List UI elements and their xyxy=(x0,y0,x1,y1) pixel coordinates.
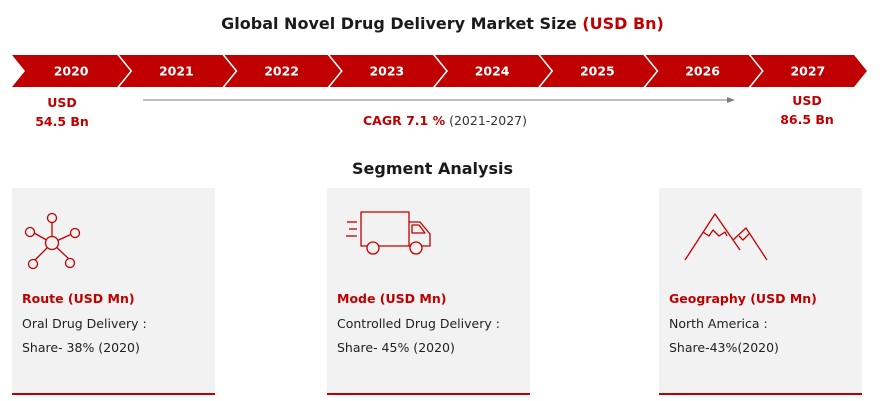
segment-analysis-title: Segment Analysis xyxy=(352,159,513,178)
year-label-2021: 2021 xyxy=(159,64,194,79)
year-label-2024: 2024 xyxy=(475,64,510,79)
end-value-currency: USD xyxy=(792,93,822,108)
mountain-icon xyxy=(684,213,768,261)
segment-card-mode: Mode (USD Mn) Controlled Drug Delivery :… xyxy=(327,188,530,395)
segment-heading: Route (USD Mn) xyxy=(22,291,135,306)
segment-share: Share-43%(2020) xyxy=(669,340,779,355)
year-label-2026: 2026 xyxy=(685,64,720,79)
network-nodes-icon xyxy=(24,212,81,270)
segment-card-route: Route (USD Mn) Oral Drug Delivery : Shar… xyxy=(12,188,215,395)
start-value-amount: 54.5 Bn xyxy=(35,114,89,129)
cagr-period: (2021-2027) xyxy=(449,113,527,128)
cagr-rate: CAGR 7.1 % xyxy=(363,113,446,128)
segment-share: Share- 45% (2020) xyxy=(337,340,455,355)
segment-leader: Oral Drug Delivery : xyxy=(22,316,147,331)
chart-title: Global Novel Drug Delivery Market Size (… xyxy=(0,14,885,33)
start-value: USD 54.5 Bn xyxy=(22,93,102,131)
delivery-truck-icon xyxy=(346,211,431,255)
year-timeline: 2020 2021 2022 2023 2024 2025 2026 2027 xyxy=(12,55,867,87)
chart-title-main: Global Novel Drug Delivery Market Size xyxy=(221,14,577,33)
segment-heading: Geography (USD Mn) xyxy=(669,291,817,306)
end-value-amount: 86.5 Bn xyxy=(780,112,834,127)
year-label-2025: 2025 xyxy=(580,64,615,79)
cagr-label: CAGR 7.1 % (2021-2027) xyxy=(300,113,590,128)
segment-card-geography: Geography (USD Mn) North America : Share… xyxy=(659,188,862,395)
chart-title-unit: (USD Bn) xyxy=(582,14,664,33)
year-label-2020: 2020 xyxy=(54,64,89,79)
segment-leader: North America : xyxy=(669,316,768,331)
end-value: USD 86.5 Bn xyxy=(767,91,847,129)
year-label-2023: 2023 xyxy=(369,64,404,79)
year-label-2022: 2022 xyxy=(264,64,299,79)
start-value-currency: USD xyxy=(47,95,77,110)
segment-share: Share- 38% (2020) xyxy=(22,340,140,355)
segment-leader: Controlled Drug Delivery : xyxy=(337,316,500,331)
cagr-arrow xyxy=(143,97,735,103)
segment-heading: Mode (USD Mn) xyxy=(337,291,447,306)
year-label-2027: 2027 xyxy=(790,64,825,79)
